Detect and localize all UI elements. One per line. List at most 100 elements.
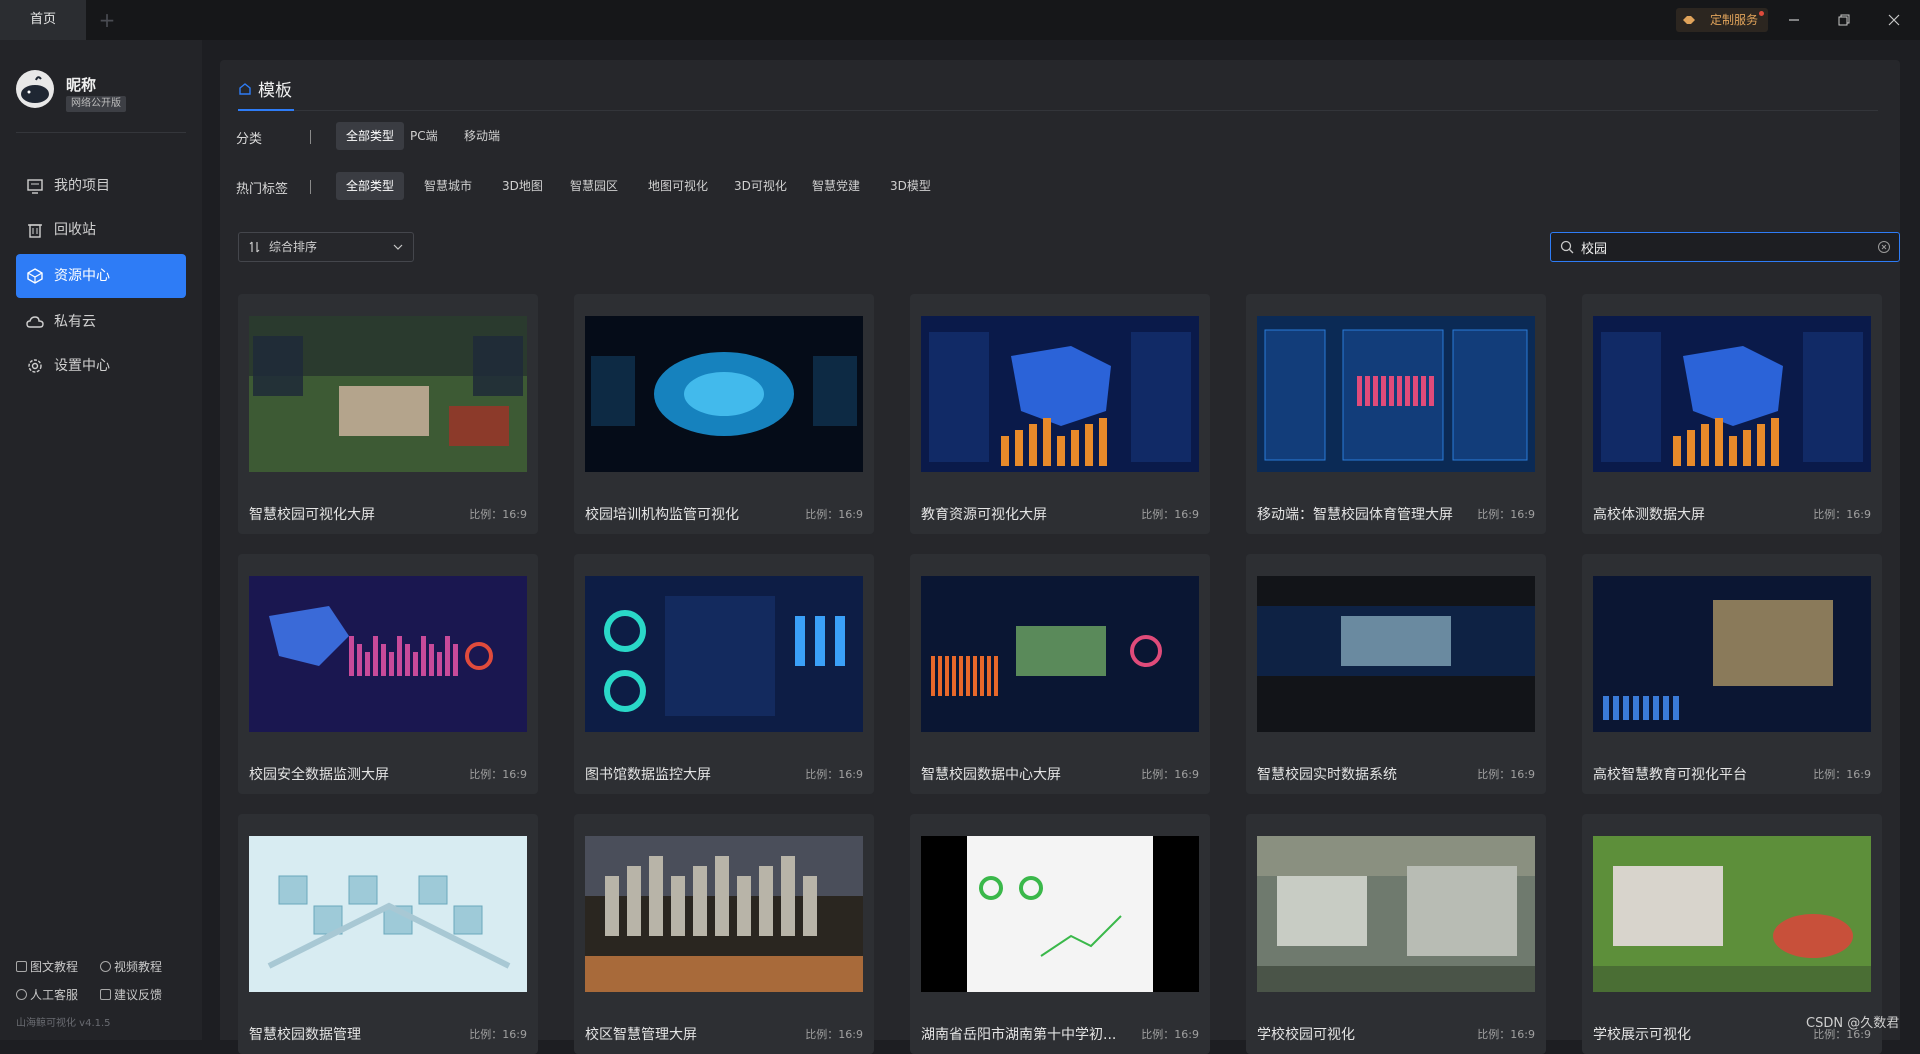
template-thumbnail[interactable] (249, 316, 527, 472)
tag-chip-3d-map[interactable]: 3D地图 (492, 172, 553, 200)
template-title: 校园培训机构监管可视化 (585, 507, 739, 523)
template-title: 校园安全数据监测大屏 (249, 767, 389, 783)
template-card[interactable]: 智慧校园实时数据系统 比例：16:9 (1246, 554, 1546, 794)
template-ratio: 比例：16:9 (805, 768, 863, 781)
chevron-down-icon (393, 244, 403, 250)
nav-label: 我的项目 (54, 178, 110, 194)
thumbnail-image (585, 576, 863, 732)
trash-icon (28, 224, 42, 238)
template-thumbnail[interactable] (921, 316, 1199, 472)
minimize-button[interactable] (1770, 0, 1818, 40)
template-thumbnail[interactable] (1593, 316, 1871, 472)
avatar[interactable] (16, 70, 54, 108)
template-card[interactable]: 校区智慧管理大屏 比例：16:9 (574, 814, 874, 1054)
app-version: 山海鲸可视化 v4.1.5 (16, 1018, 111, 1029)
template-ratio: 比例：16:9 (1477, 508, 1535, 521)
template-card[interactable]: 校园安全数据监测大屏 比例：16:9 (238, 554, 538, 794)
template-thumbnail[interactable] (585, 836, 863, 992)
template-card[interactable]: 图书馆数据监控大屏 比例：16:9 (574, 554, 874, 794)
tag-chip-map-vis[interactable]: 地图可视化 (638, 172, 718, 200)
home-outline-icon (239, 83, 251, 95)
category-chip-pc[interactable]: PC端 (400, 122, 448, 150)
template-panel: 模板 分类 全部类型 PC端 移动端 热门标签 全部类型 智慧城市 3D地图 智… (220, 60, 1900, 1054)
nav-item-private-cloud[interactable]: 私有云 (16, 300, 186, 344)
template-thumbnail[interactable] (1257, 576, 1535, 732)
nav-item-my-projects[interactable]: 我的项目 (16, 164, 186, 208)
category-label: 分类 (236, 132, 263, 147)
play-icon (100, 961, 111, 972)
nav-label: 设置中心 (54, 358, 110, 374)
template-thumbnail[interactable] (1257, 836, 1535, 992)
template-thumbnail[interactable] (1593, 576, 1871, 732)
template-thumbnail[interactable] (249, 836, 527, 992)
video-tutorial-link[interactable]: 视频教程 (100, 958, 162, 975)
title-bar: 首页 + 定制服务 (0, 0, 1920, 40)
thumbnail-image (585, 316, 863, 472)
template-thumbnail[interactable] (921, 576, 1199, 732)
template-card[interactable]: 智慧校园数据管理 比例：16:9 (238, 814, 538, 1054)
sort-select[interactable]: 综合排序 (238, 232, 414, 262)
thumbnail-image (1593, 316, 1871, 472)
template-card[interactable]: 高校智慧教育可视化平台 比例：16:9 (1582, 554, 1882, 794)
tag-chip-3d-model[interactable]: 3D模型 (880, 172, 941, 200)
template-card[interactable]: 湖南省岳阳市湖南第十中学初... 比例：16:9 (910, 814, 1210, 1054)
tag-chip-smart-park[interactable]: 智慧园区 (560, 172, 628, 200)
filter-separator (310, 180, 311, 194)
template-title: 教育资源可视化大屏 (921, 507, 1047, 523)
search-box[interactable] (1550, 232, 1900, 262)
csdn-watermark: CSDN @久数君 (1806, 1016, 1900, 1031)
template-thumbnail[interactable] (585, 576, 863, 732)
template-ratio: 比例：16:9 (1813, 508, 1871, 521)
template-card[interactable]: 移动端：智慧校园体育管理大屏 比例：16:9 (1246, 294, 1546, 534)
doc-tutorial-link[interactable]: 图文教程 (16, 958, 78, 975)
feedback-link[interactable]: 建议反馈 (100, 986, 162, 1003)
add-tab-button[interactable]: + (92, 0, 122, 40)
tab-home[interactable]: 首页 (0, 0, 86, 40)
thumbnail-image (249, 836, 527, 992)
sort-icon (249, 241, 260, 253)
nav-label: 回收站 (54, 222, 96, 238)
template-title: 移动端：智慧校园体育管理大屏 (1257, 507, 1453, 523)
whale-icon (21, 76, 49, 103)
tag-chip-smart-city[interactable]: 智慧城市 (414, 172, 482, 200)
close-button[interactable] (1870, 0, 1918, 40)
restore-button[interactable] (1820, 0, 1868, 40)
thumbnail-image (921, 576, 1199, 732)
nav-item-resource-center[interactable]: 资源中心 (16, 254, 186, 298)
template-thumbnail[interactable] (921, 836, 1199, 992)
handshake-icon (1683, 16, 1695, 24)
template-ratio: 比例：16:9 (1477, 768, 1535, 781)
template-card[interactable]: 智慧校园可视化大屏 比例：16:9 (238, 294, 538, 534)
search-input[interactable] (1581, 234, 1861, 260)
template-title: 学校展示可视化 (1593, 1027, 1691, 1043)
tag-chip-3d-vis[interactable]: 3D可视化 (724, 172, 797, 200)
nav-item-settings[interactable]: 设置中心 (16, 344, 186, 388)
template-thumbnail[interactable] (249, 576, 527, 732)
template-card[interactable]: 教育资源可视化大屏 比例：16:9 (910, 294, 1210, 534)
tag-chip-all[interactable]: 全部类型 (336, 172, 405, 200)
title-accent (238, 109, 294, 111)
template-card[interactable]: 学校校园可视化 比例：16:9 (1246, 814, 1546, 1054)
support-label: 人工客服 (30, 988, 79, 1002)
template-thumbnail[interactable] (585, 316, 863, 472)
nav-item-recycle-bin[interactable]: 回收站 (16, 208, 186, 252)
template-title: 智慧校园数据中心大屏 (921, 767, 1061, 783)
projects-icon (27, 179, 43, 194)
category-chip-mobile[interactable]: 移动端 (454, 122, 510, 150)
template-thumbnail[interactable] (1257, 316, 1535, 472)
user-icon (16, 989, 27, 1000)
template-card[interactable]: 校园培训机构监管可视化 比例：16:9 (574, 294, 874, 534)
support-link[interactable]: 人工客服 (16, 986, 78, 1003)
custom-service-button[interactable]: 定制服务 (1676, 8, 1768, 32)
thumbnail-image (921, 316, 1199, 472)
template-card[interactable]: 智慧校园数据中心大屏 比例：16:9 (910, 554, 1210, 794)
clear-search-icon[interactable] (1877, 240, 1891, 254)
thumbnail-image (249, 576, 527, 732)
template-card[interactable]: 高校体测数据大屏 比例：16:9 (1582, 294, 1882, 534)
doc-tutorial-label: 图文教程 (30, 960, 79, 974)
tag-chip-party[interactable]: 智慧党建 (802, 172, 870, 200)
category-chip-all[interactable]: 全部类型 (336, 122, 405, 150)
template-title: 高校体测数据大屏 (1593, 507, 1705, 523)
minimize-icon (1789, 19, 1799, 21)
template-thumbnail[interactable] (1593, 836, 1871, 992)
